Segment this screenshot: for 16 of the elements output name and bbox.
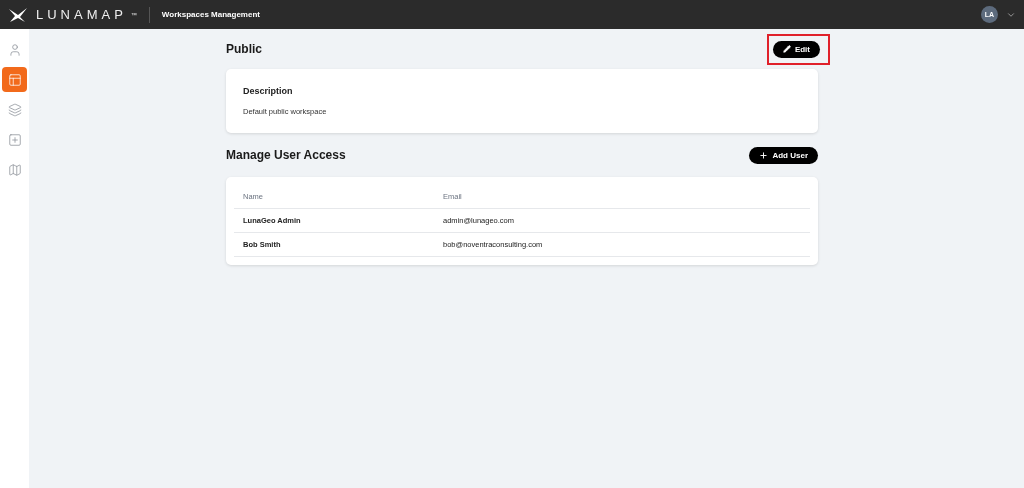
section-title: Manage User Access xyxy=(226,148,346,162)
layout-icon xyxy=(7,72,22,87)
plus-icon xyxy=(759,150,769,160)
person-icon xyxy=(7,42,22,57)
plus-square-icon xyxy=(7,132,22,147)
description-label: Description xyxy=(243,86,294,96)
sidebar-item[interactable] xyxy=(2,67,27,92)
pencil-icon xyxy=(782,45,791,53)
logo-icon xyxy=(8,6,28,23)
logo-text: LUNAMAP xyxy=(36,7,127,22)
layers-icon xyxy=(7,102,22,117)
page-title: Workspaces Management xyxy=(161,10,260,19)
map-icon xyxy=(7,162,22,177)
edit-button[interactable]: Edit xyxy=(772,40,820,58)
section-title: Public xyxy=(226,42,262,56)
add-user-button[interactable]: Add User xyxy=(749,146,818,164)
